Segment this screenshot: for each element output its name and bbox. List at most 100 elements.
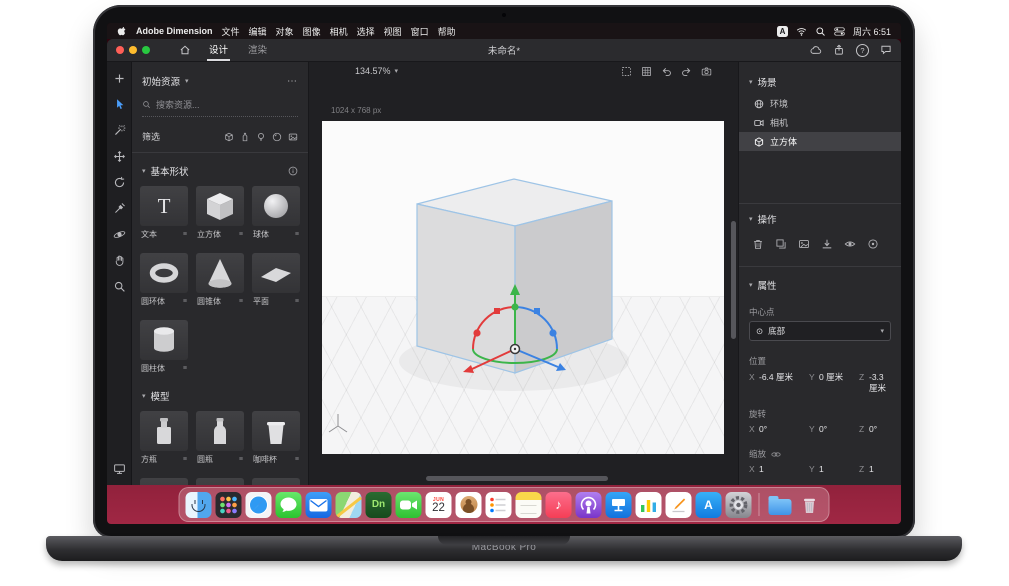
pan-tool[interactable] [111, 252, 127, 268]
dock-mail-icon[interactable] [306, 492, 332, 518]
dock-messages-icon[interactable] [276, 492, 302, 518]
dock-pages-icon[interactable] [666, 492, 692, 518]
zoom-control[interactable]: 134.57% ▾ [355, 66, 398, 76]
asset-tile-plane[interactable]: 平面≡ [252, 253, 300, 307]
dock-safari-icon[interactable] [246, 492, 272, 518]
asset-tile-partial[interactable] [196, 478, 244, 485]
redo-icon[interactable] [681, 66, 692, 77]
move-tool[interactable] [111, 148, 127, 164]
minimize-button[interactable] [129, 46, 137, 54]
section-basic-shapes[interactable]: 基本形状 [151, 164, 189, 178]
magic-wand-tool[interactable] [111, 122, 127, 138]
apple-logo-icon[interactable] [117, 25, 127, 37]
delete-icon[interactable] [752, 238, 764, 250]
menu-camera[interactable]: 相机 [330, 25, 348, 38]
menu-view[interactable]: 视图 [384, 25, 402, 38]
dock-maps-icon[interactable] [336, 492, 362, 518]
scale-y-field[interactable]: 1 [819, 464, 857, 474]
asset-tile-text[interactable]: T 文本≡ [140, 186, 188, 240]
rotation-y-field[interactable]: 0° [819, 424, 857, 434]
tab-render[interactable]: 渲染 [246, 39, 269, 61]
filter-models-icon[interactable] [240, 132, 250, 142]
share-icon[interactable] [833, 44, 845, 56]
tab-design[interactable]: 设计 [207, 39, 230, 61]
dock-numbers-icon[interactable] [636, 492, 662, 518]
input-source-icon[interactable]: A [777, 26, 788, 37]
info-icon[interactable] [288, 166, 298, 176]
actions-section-title[interactable]: 操作 [758, 212, 777, 226]
dock-reminders-icon[interactable] [486, 492, 512, 518]
asset-tile-cylinder[interactable]: 圆柱体≡ [140, 320, 188, 374]
menu-file[interactable]: 文件 [222, 25, 240, 38]
horizontal-scrollbar[interactable] [426, 476, 608, 481]
filter-materials-icon[interactable] [272, 132, 282, 142]
menu-help[interactable]: 帮助 [438, 25, 456, 38]
dock-music-icon[interactable]: ♪ [546, 492, 572, 518]
scene-item-cube[interactable]: 立方体 [739, 132, 901, 151]
dock-app-store-icon[interactable]: A [696, 492, 722, 518]
vertical-scrollbar[interactable] [731, 221, 736, 339]
chevron-down-icon[interactable]: ▾ [142, 392, 146, 400]
asset-tile-sphere[interactable]: 球体≡ [252, 186, 300, 240]
control-center-icon[interactable] [834, 26, 845, 37]
grid-icon[interactable] [641, 66, 652, 77]
menu-select[interactable]: 选择 [357, 25, 375, 38]
orbit-focus-icon[interactable] [867, 238, 879, 250]
zoom-button[interactable] [142, 46, 150, 54]
help-icon[interactable]: ? [856, 44, 869, 57]
visibility-icon[interactable] [844, 238, 856, 250]
asset-tile-round-bottle[interactable]: 圆瓶≡ [196, 411, 244, 465]
dock-downloads-folder-icon[interactable] [767, 492, 793, 518]
render-preview-icon[interactable] [111, 460, 127, 476]
select-tool[interactable] [111, 96, 127, 112]
rotation-x-field[interactable]: 0° [759, 424, 807, 434]
asset-tile-coffee-cup[interactable]: 咖啡杯≡ [252, 411, 300, 465]
properties-section-title[interactable]: 属性 [758, 278, 777, 292]
camera-bookmark-icon[interactable] [701, 66, 712, 77]
more-icon[interactable]: ⋯ [287, 76, 298, 87]
position-y-field[interactable]: 0 厘米 [819, 371, 857, 383]
dolly-zoom-tool[interactable] [111, 278, 127, 294]
dock-facetime-icon[interactable] [396, 492, 422, 518]
dock-keynote-icon[interactable] [606, 492, 632, 518]
chevron-down-icon[interactable]: ▾ [749, 281, 753, 289]
menu-object[interactable]: 对象 [276, 25, 294, 38]
menu-window[interactable]: 窗口 [411, 25, 429, 38]
chevron-down-icon[interactable]: ▾ [749, 78, 753, 86]
scale-z-field[interactable]: 1 [869, 464, 891, 474]
spotlight-search-icon[interactable] [815, 26, 826, 37]
assets-panel-title[interactable]: 初始资源 [142, 74, 180, 88]
menubar-clock[interactable]: 周六 6:51 [853, 25, 891, 38]
dock-finder-icon[interactable] [186, 492, 212, 518]
position-z-field[interactable]: -3.3 厘米 [869, 372, 891, 394]
asset-tile-cube[interactable]: 立方体≡ [196, 186, 244, 240]
filter-lights-icon[interactable] [256, 132, 266, 142]
rotate-tool[interactable] [111, 174, 127, 190]
filter-shapes-icon[interactable] [224, 132, 234, 142]
rotation-z-field[interactable]: 0° [869, 424, 891, 434]
dock-system-preferences-icon[interactable] [726, 492, 752, 518]
undo-icon[interactable] [661, 66, 672, 77]
marquee-icon[interactable] [621, 66, 632, 77]
scene-section-title[interactable]: 场景 [758, 75, 777, 89]
orbit-tool[interactable] [111, 226, 127, 242]
dock-notes-icon[interactable] [516, 492, 542, 518]
duplicate-icon[interactable] [775, 238, 787, 250]
menu-edit[interactable]: 编辑 [249, 25, 267, 38]
asset-tile-square-bottle[interactable]: 方瓶≡ [140, 411, 188, 465]
add-content-tool[interactable] [111, 70, 127, 86]
chevron-down-icon[interactable]: ▾ [749, 215, 753, 223]
chevron-down-icon[interactable]: ▾ [185, 77, 189, 85]
asset-tile-partial[interactable] [140, 478, 188, 485]
scene-item-camera[interactable]: 相机 [739, 113, 901, 132]
close-button[interactable] [116, 46, 124, 54]
search-input[interactable]: 搜索资源... [142, 98, 298, 117]
dock-dimension-icon[interactable]: Dn [366, 492, 392, 518]
dock-contacts-icon[interactable] [456, 492, 482, 518]
asset-tile-partial[interactable] [252, 478, 300, 485]
dock-trash-icon[interactable] [797, 492, 823, 518]
align-to-ground-icon[interactable] [821, 238, 833, 250]
comments-icon[interactable] [880, 44, 892, 56]
wifi-icon[interactable] [796, 26, 807, 37]
home-icon[interactable] [179, 44, 191, 56]
